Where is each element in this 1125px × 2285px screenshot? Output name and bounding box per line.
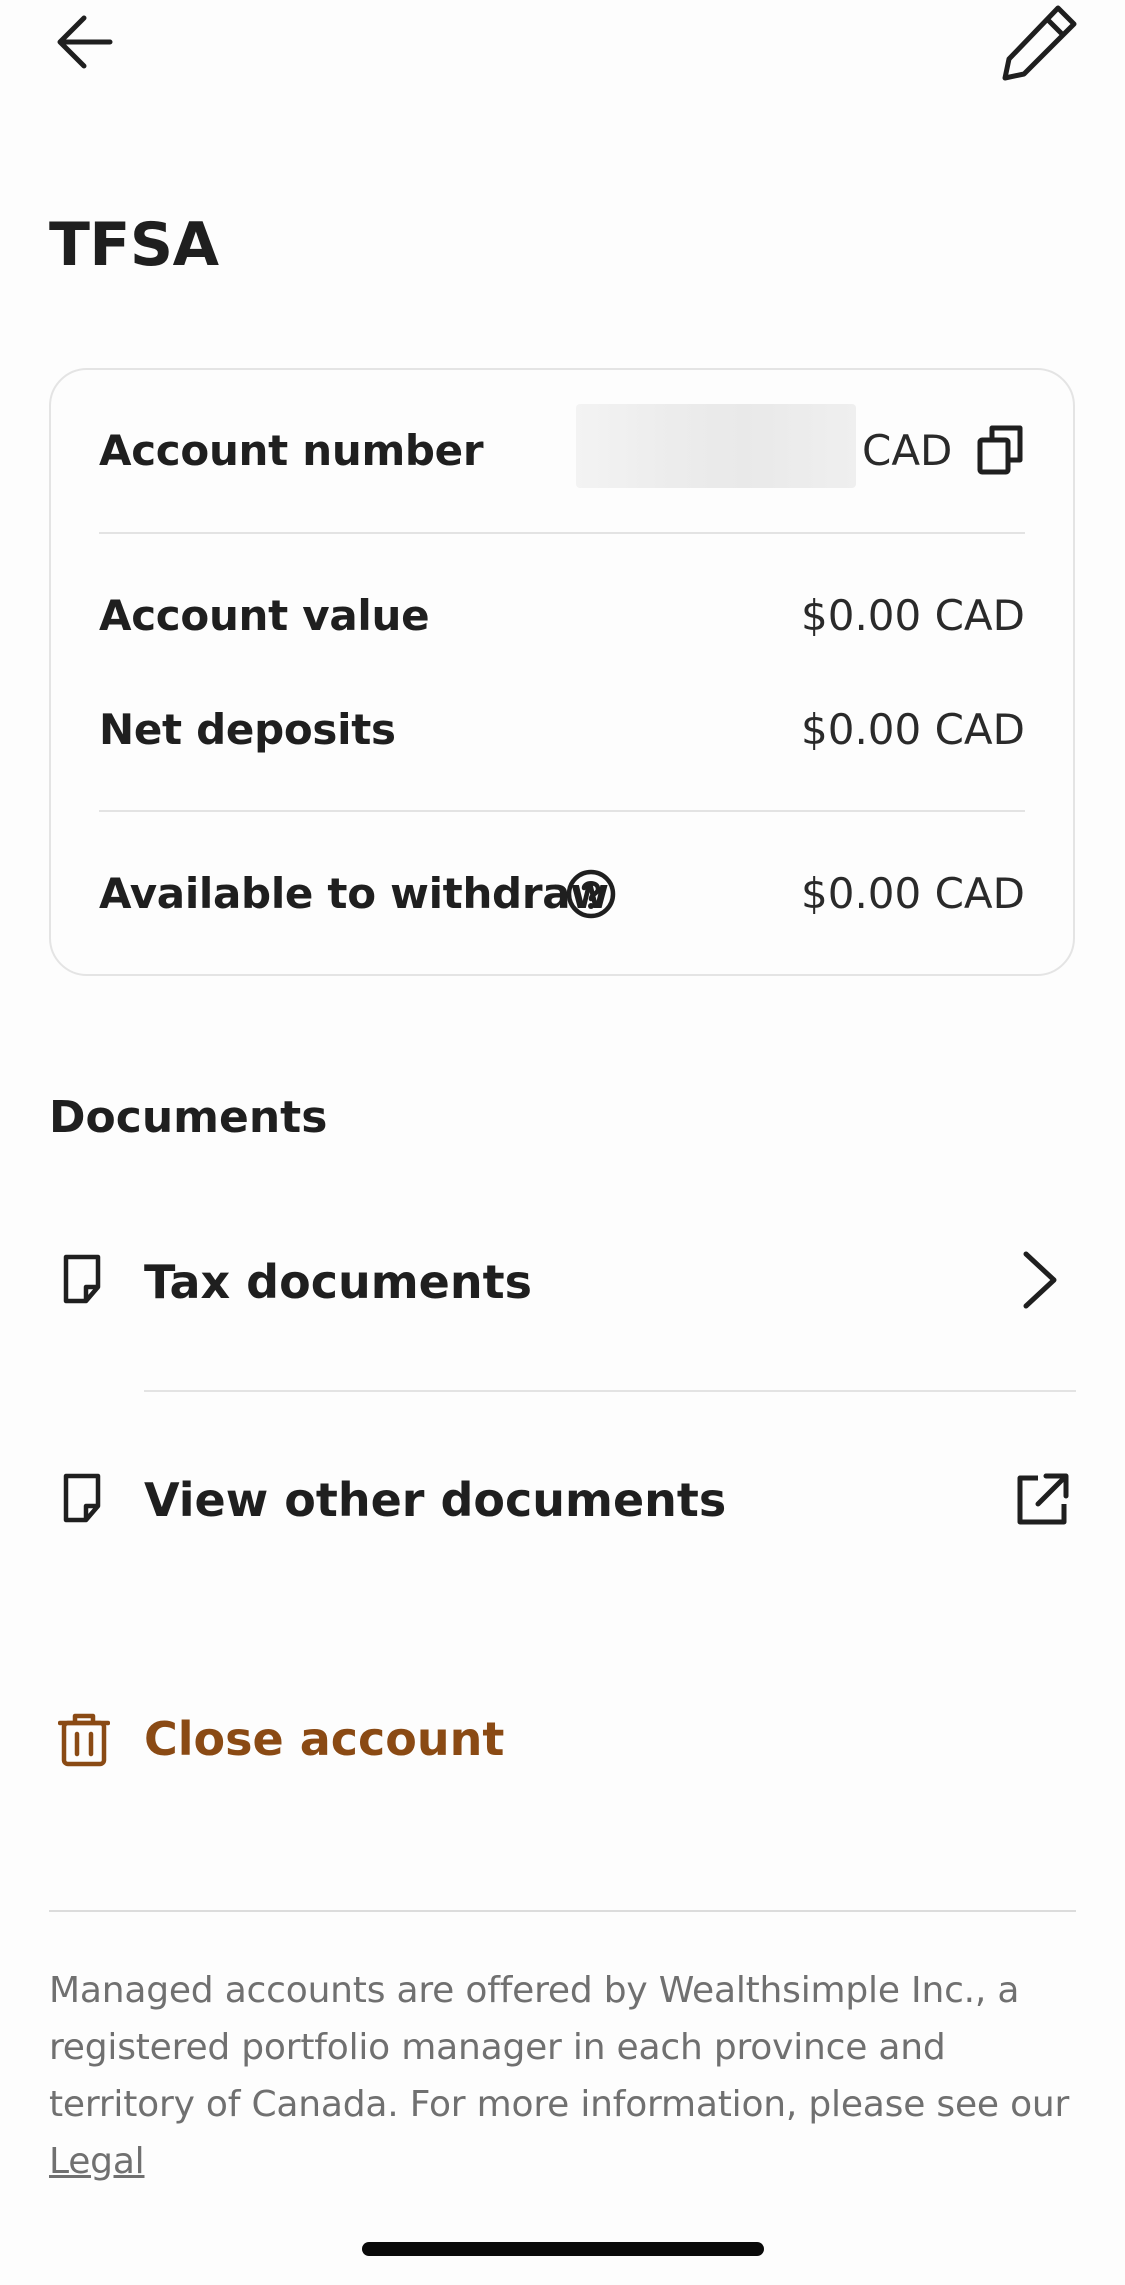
- footer-disclaimer-text: Managed accounts are offered by Wealthsi…: [49, 1970, 1070, 2125]
- card-divider: [99, 810, 1025, 812]
- trash-icon: [57, 1712, 111, 1768]
- question-circle-icon: [566, 869, 616, 919]
- close-account-label: Close account: [144, 1712, 505, 1766]
- account-number-label: Account number: [99, 426, 484, 475]
- edit-button[interactable]: [996, 0, 1082, 86]
- footer-disclaimer: Managed accounts are offered by Wealthsi…: [49, 1962, 1079, 2190]
- arrow-left-icon: [57, 15, 113, 69]
- document-icon: [60, 1253, 104, 1305]
- footer-divider: [49, 1910, 1076, 1912]
- net-deposits-value: $0.00 CAD: [801, 705, 1025, 754]
- copy-account-number-button[interactable]: [976, 424, 1026, 476]
- view-other-documents-label: View other documents: [144, 1473, 727, 1527]
- page-title: TFSA: [49, 210, 219, 280]
- legal-link[interactable]: Legal: [49, 2141, 145, 2182]
- help-button[interactable]: [565, 868, 617, 920]
- account-number-currency: CAD: [862, 426, 953, 475]
- back-button[interactable]: [48, 6, 120, 78]
- document-icon: [60, 1472, 104, 1524]
- tax-documents-label: Tax documents: [144, 1255, 532, 1309]
- external-link-icon: [1012, 1470, 1072, 1530]
- available-to-withdraw-value: $0.00 CAD: [801, 869, 1025, 918]
- net-deposits-label: Net deposits: [99, 705, 396, 754]
- chevron-right-icon: [1018, 1250, 1062, 1310]
- available-to-withdraw-label: Available to withdraw: [99, 869, 609, 918]
- account-value: $0.00 CAD: [801, 591, 1025, 640]
- list-divider: [144, 1390, 1076, 1392]
- home-indicator[interactable]: [362, 2242, 764, 2256]
- copy-icon: [977, 425, 1023, 475]
- documents-section-title: Documents: [49, 1092, 328, 1143]
- account-number-redacted: [576, 404, 856, 488]
- pencil-icon: [1002, 5, 1077, 81]
- account-value-label: Account value: [99, 591, 430, 640]
- card-divider: [99, 532, 1025, 534]
